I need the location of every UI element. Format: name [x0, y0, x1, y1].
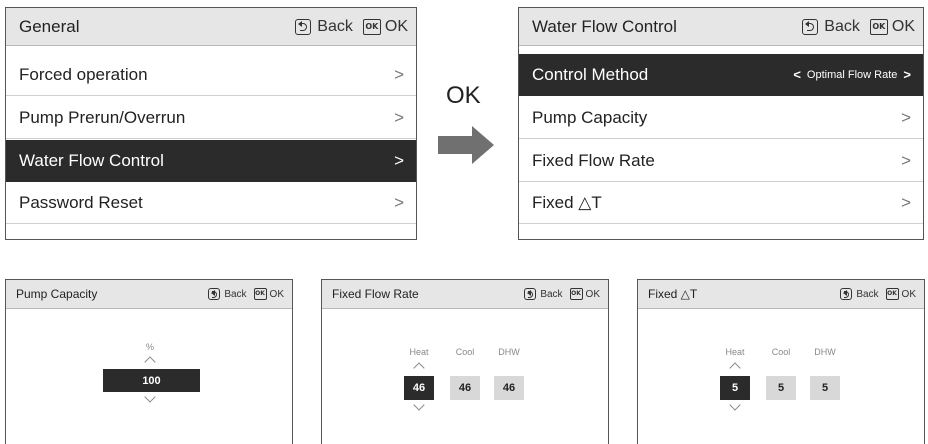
heat-value[interactable]: 5 [720, 376, 750, 400]
dhw-label: DHW [498, 347, 520, 357]
chevron-right-icon: > [394, 64, 404, 84]
chevron-right-icon[interactable]: > [903, 67, 911, 82]
ok-button[interactable]: OK [586, 289, 600, 300]
water-flow-title: Water Flow Control [532, 16, 677, 36]
heat-label: Heat [409, 347, 429, 357]
menu-item-water-flow-control[interactable]: Water Flow Control > [6, 140, 416, 182]
percent-unit-label: % [145, 342, 154, 352]
back-icon[interactable] [295, 18, 312, 35]
fixed-flow-header-controls: Back OK OK [524, 280, 600, 308]
back-button[interactable]: Back [824, 18, 860, 36]
chevron-left-icon[interactable]: < [793, 67, 801, 82]
ok-icon[interactable]: OK [869, 18, 888, 35]
back-icon[interactable] [840, 288, 853, 300]
pump-capacity-header-controls: Back OK OK [208, 280, 284, 308]
menu-item-fixed-delta-t[interactable]: Fixed △T > [519, 182, 923, 224]
cool-value[interactable]: 5 [766, 376, 796, 400]
decrease-caret-icon[interactable] [144, 391, 156, 403]
menu-item-fixed-flow-rate[interactable]: Fixed Flow Rate > [519, 140, 923, 182]
ok-button[interactable]: OK [892, 18, 915, 36]
menu-item-label: Fixed △T [532, 192, 602, 212]
ok-icon[interactable]: OK [362, 18, 381, 35]
general-header: General Back OK OK [6, 8, 416, 46]
chevron-right-icon: > [394, 150, 404, 170]
fixed-delta-t-panel: Fixed △T Back OK OK Heat Cool DHW 5 5 5 [637, 279, 925, 444]
fixed-flow-rate-header: Fixed Flow Rate Back OK OK [322, 280, 608, 309]
cool-label: Cool [771, 347, 791, 357]
control-method-value: Optimal Flow Rate [806, 68, 898, 81]
pump-capacity-title: Pump Capacity [16, 287, 98, 301]
decrease-caret-icon[interactable] [413, 399, 425, 411]
increase-caret-icon[interactable] [413, 362, 425, 374]
menu-item-label: Fixed Flow Rate [532, 150, 655, 170]
back-button[interactable]: Back [856, 289, 878, 300]
back-button[interactable]: Back [317, 18, 353, 36]
menu-item-label: Password Reset [19, 192, 143, 212]
transition-ok-label: OK [446, 82, 481, 109]
fixed-flow-rate-title: Fixed Flow Rate [332, 287, 419, 301]
back-button[interactable]: Back [540, 289, 562, 300]
general-header-controls: Back OK OK [295, 8, 408, 45]
water-flow-header: Water Flow Control Back OK OK [519, 8, 923, 46]
fixed-delta-t-header: Fixed △T Back OK OK [638, 280, 924, 309]
fixed-delta-t-header-controls: Back OK OK [840, 280, 916, 308]
menu-item-label: Water Flow Control [19, 150, 164, 170]
dhw-value[interactable]: 5 [810, 376, 840, 400]
general-menu-panel: General Back OK OK Forced operation > Pu… [5, 7, 417, 240]
chevron-right-icon: > [901, 107, 911, 127]
arrow-right-icon [438, 126, 494, 164]
menu-item-label: Control Method [532, 64, 649, 84]
ok-button[interactable]: OK [902, 289, 916, 300]
menu-item-password-reset[interactable]: Password Reset > [6, 182, 416, 224]
back-icon[interactable] [524, 288, 537, 300]
chevron-right-icon: > [901, 192, 911, 212]
menu-item-pump-prerun-overrun[interactable]: Pump Prerun/Overrun > [6, 97, 416, 139]
ok-button[interactable]: OK [270, 289, 284, 300]
back-button[interactable]: Back [224, 289, 246, 300]
chevron-right-icon: > [901, 150, 911, 170]
ok-button[interactable]: OK [385, 18, 408, 36]
cool-label: Cool [455, 347, 475, 357]
increase-caret-icon[interactable] [729, 362, 741, 374]
heat-label: Heat [725, 347, 745, 357]
chevron-right-icon: > [394, 192, 404, 212]
ok-icon[interactable]: OK [885, 288, 899, 300]
pump-capacity-value[interactable]: 100 [103, 369, 200, 392]
back-icon[interactable] [208, 288, 221, 300]
dhw-label: DHW [814, 347, 836, 357]
menu-item-forced-operation[interactable]: Forced operation > [6, 54, 416, 96]
menu-item-control-method[interactable]: Control Method < Optimal Flow Rate > [519, 54, 923, 96]
menu-item-pump-capacity[interactable]: Pump Capacity > [519, 97, 923, 139]
decrease-caret-icon[interactable] [729, 399, 741, 411]
water-flow-control-panel: Water Flow Control Back OK OK Control Me… [518, 7, 924, 240]
menu-item-label: Pump Capacity [532, 107, 648, 127]
ok-icon[interactable]: OK [253, 288, 267, 300]
menu-item-label: Pump Prerun/Overrun [19, 107, 186, 127]
cool-value[interactable]: 46 [450, 376, 480, 400]
ok-icon[interactable]: OK [569, 288, 583, 300]
fixed-delta-t-title: Fixed △T [648, 287, 698, 301]
back-icon[interactable] [802, 18, 819, 35]
increase-caret-icon[interactable] [144, 356, 156, 368]
heat-value[interactable]: 46 [404, 376, 434, 400]
fixed-flow-rate-panel: Fixed Flow Rate Back OK OK Heat Cool DHW… [321, 279, 609, 444]
chevron-right-icon: > [394, 107, 404, 127]
water-flow-header-controls: Back OK OK [802, 8, 915, 45]
pump-capacity-header: Pump Capacity Back OK OK [6, 280, 292, 309]
dhw-value[interactable]: 46 [494, 376, 524, 400]
menu-item-label: Forced operation [19, 64, 148, 84]
pump-capacity-panel: Pump Capacity Back OK OK % 100 [5, 279, 293, 444]
general-title: General [19, 16, 80, 36]
